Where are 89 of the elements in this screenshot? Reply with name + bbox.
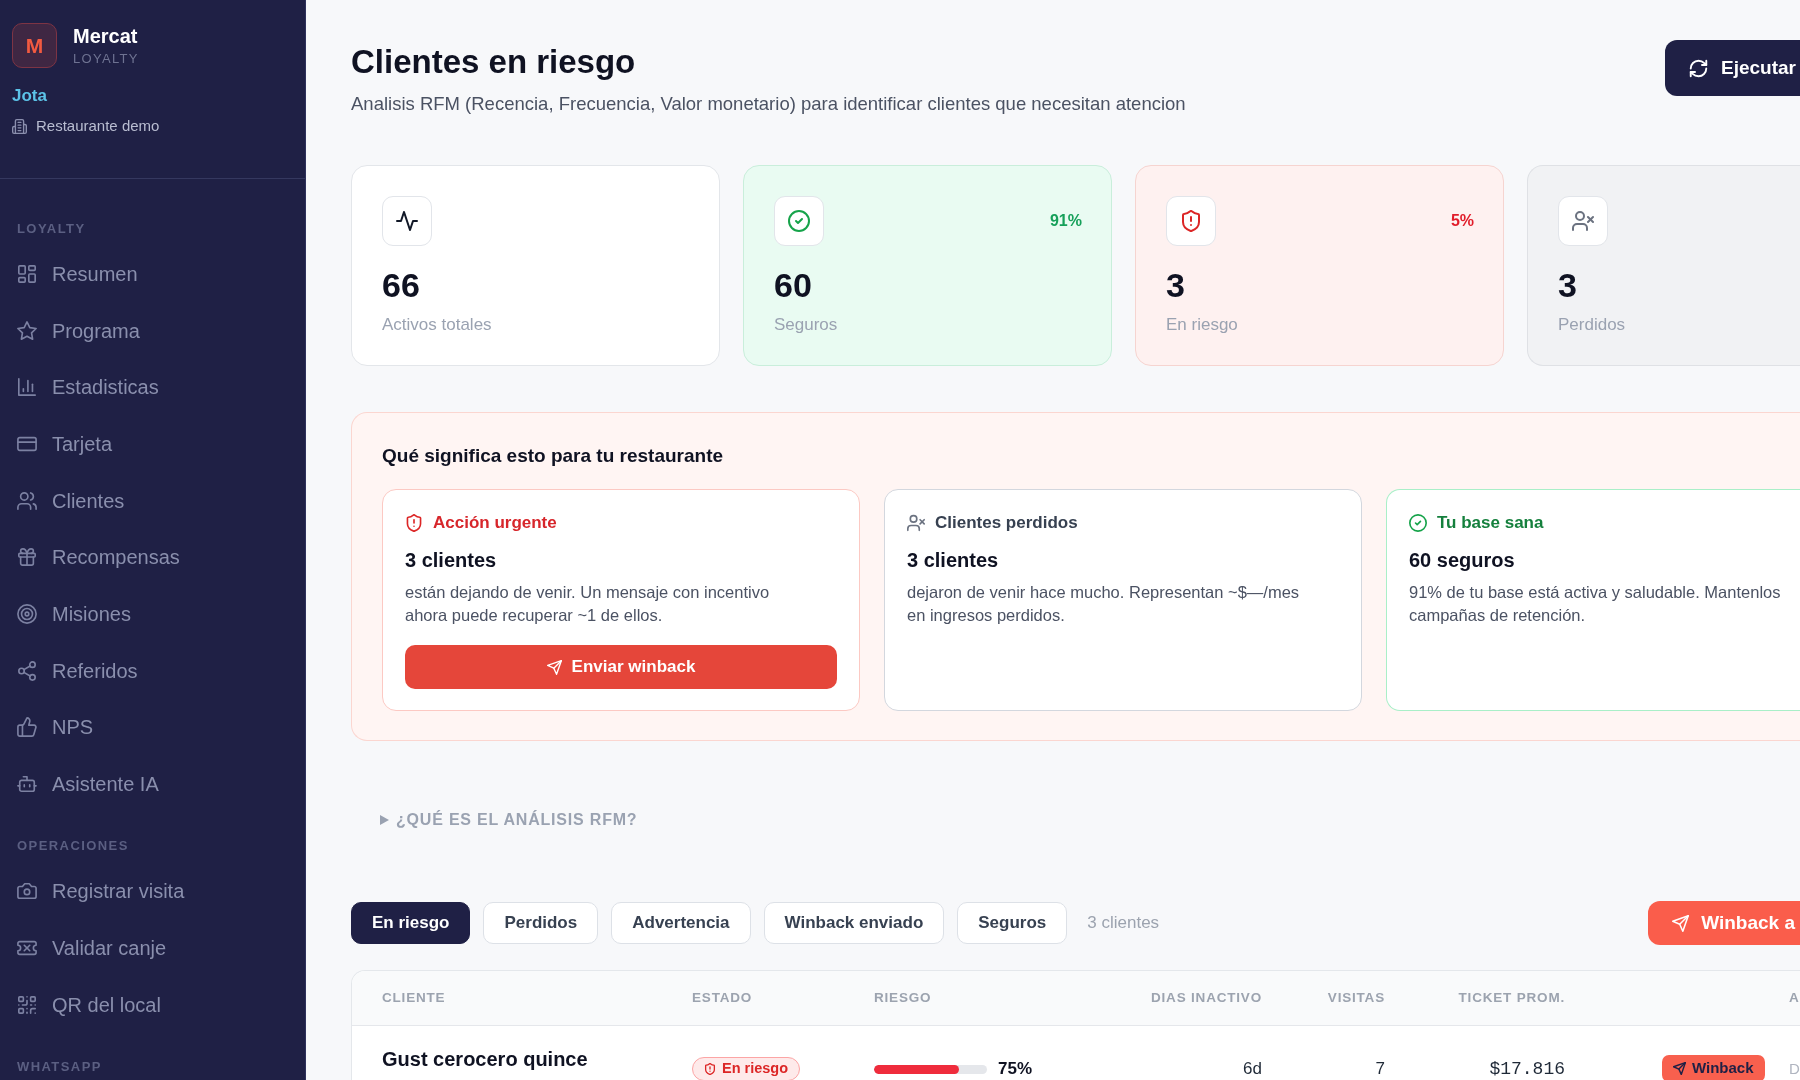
column-header: CLIENTE xyxy=(382,989,446,1007)
sidebar-item[interactable]: QR del local xyxy=(0,976,305,1033)
paper-plane-icon xyxy=(1672,914,1690,932)
filter-tab[interactable]: Perdidos xyxy=(483,902,599,944)
stat-label: Activos totales xyxy=(382,314,492,336)
insight-description: están dejando de venir. Un mensaje con incentivo ahora puede recuperar ~1 de ellos. xyxy=(405,582,770,626)
qr-code-icon xyxy=(17,994,37,1015)
building-icon xyxy=(12,118,27,134)
shield-alert-icon xyxy=(1166,196,1216,246)
column-header: A xyxy=(1789,989,1800,1007)
target-icon xyxy=(17,604,37,625)
average-ticket-value: $17.816 xyxy=(1489,1058,1565,1080)
column-header: VISITAS xyxy=(1327,989,1385,1007)
insight-description: dejaron de venir hace mucho. Representan ~$—/mes en ingresos perdidos. xyxy=(907,582,1300,626)
insight-description: 91% de tu base está activa y saludable. Mantenlos campañas de retención. xyxy=(1409,582,1781,626)
stat-value: 3 xyxy=(1166,265,1185,305)
filter-tab[interactable]: Advertencia xyxy=(611,902,751,944)
users-icon xyxy=(17,490,37,511)
stat-label: En riesgo xyxy=(1166,314,1238,336)
stat-value: 3 xyxy=(1558,265,1577,305)
insight-card-heading: Clientes perdidos xyxy=(935,512,1078,534)
winback-all-button[interactable]: Winback a xyxy=(1648,901,1800,945)
star-icon xyxy=(17,320,37,341)
paper-plane-icon xyxy=(546,659,562,675)
stat-value: 66 xyxy=(382,265,420,305)
sidebar-item[interactable]: Programa xyxy=(0,302,305,359)
client-count: 3 clientes xyxy=(1087,912,1160,934)
column-header: RIESGO xyxy=(874,989,932,1007)
column-header: TICKET PROM. xyxy=(1458,989,1565,1007)
page-title: Clientes en riesgo xyxy=(351,42,637,82)
winback-button[interactable]: Winback xyxy=(1662,1055,1765,1080)
user-name: Jota xyxy=(12,85,47,107)
stat-percentage: 91% xyxy=(1049,211,1082,231)
brand-logo: M xyxy=(12,23,57,68)
venue-name: Restaurante demo xyxy=(36,116,160,136)
send-winback-button[interactable]: Enviar winback xyxy=(405,645,837,689)
sidebar-item[interactable]: Registrar visita xyxy=(0,862,305,920)
sidebar-item[interactable]: Misiones xyxy=(0,585,305,643)
client-name: Gust cerocero quince xyxy=(382,1047,588,1071)
sidebar-item[interactable]: Referidos xyxy=(0,642,305,700)
run-button[interactable]: Ejecutar xyxy=(1665,40,1800,96)
sidebar-item[interactable]: Resumen xyxy=(0,245,305,303)
sidebar-section-label: OPERACIONES xyxy=(17,838,129,854)
status-badge: En riesgo xyxy=(692,1057,801,1080)
dashboard-grid-icon xyxy=(17,264,37,284)
insight-count: 3 clientes xyxy=(907,548,999,573)
sidebar-item[interactable]: NPS xyxy=(0,699,305,756)
shield-alert-icon xyxy=(405,514,423,532)
gift-icon xyxy=(17,547,37,568)
camera-icon xyxy=(17,881,37,902)
visits-value: 7 xyxy=(1375,1058,1385,1080)
sidebar-section-label: LOYALTY xyxy=(17,221,86,236)
insight-card-heading: Acción urgente xyxy=(433,512,557,534)
brand-name: Mercat xyxy=(73,24,139,48)
user-x-icon xyxy=(907,514,925,532)
user-x-icon xyxy=(1558,196,1608,246)
sidebar-item[interactable]: Recompensas xyxy=(0,529,305,586)
column-header: DIAS INACTIVO xyxy=(1150,989,1262,1007)
thumbs-up-icon xyxy=(17,717,37,738)
sidebar-item[interactable]: Clientes xyxy=(0,472,305,530)
pulse-icon xyxy=(382,196,432,246)
insight-panel-title: Qué significa esto para tu restaurante xyxy=(382,444,724,468)
insight-count: 60 seguros xyxy=(1409,548,1515,573)
risk-percentage: 75% xyxy=(998,1058,1033,1080)
stat-label: Seguros xyxy=(774,314,838,336)
check-circle-icon xyxy=(1409,514,1427,532)
stat-label: Perdidos xyxy=(1558,314,1626,336)
filter-tab[interactable]: Seguros xyxy=(957,902,1068,944)
insight-card-heading: Tu base sana xyxy=(1437,512,1544,534)
days-inactive-value: 6d xyxy=(1243,1058,1262,1080)
brand-tagline: LOYALTY xyxy=(73,51,139,67)
sidebar-item[interactable]: Validar canje xyxy=(0,919,305,977)
refresh-icon xyxy=(1689,58,1708,78)
filter-tab[interactable]: En riesgo xyxy=(351,902,471,944)
sidebar-section-label: WHATSAPP xyxy=(17,1058,102,1074)
sidebar-item[interactable]: Estadisticas xyxy=(0,359,305,416)
filter-tab[interactable]: Winback enviado xyxy=(763,902,945,944)
sidebar-item[interactable]: Tarjeta xyxy=(0,415,305,473)
sidebar-item[interactable]: Asistente IA xyxy=(0,755,305,813)
insight-count: 3 clientes xyxy=(405,548,497,573)
page-subtitle: Analisis RFM (Recencia, Frecuencia, Valor monetario) para identificar clientes que necesitan atencion xyxy=(351,92,1186,116)
bar-chart-icon xyxy=(17,377,37,398)
shield-alert-icon xyxy=(704,1063,716,1075)
stat-percentage: 5% xyxy=(1450,211,1474,231)
share-icon xyxy=(17,660,37,681)
stat-value: 60 xyxy=(774,265,812,305)
paper-plane-icon xyxy=(1673,1062,1686,1075)
column-header: ESTADO xyxy=(692,989,753,1007)
robot-icon xyxy=(17,774,37,795)
